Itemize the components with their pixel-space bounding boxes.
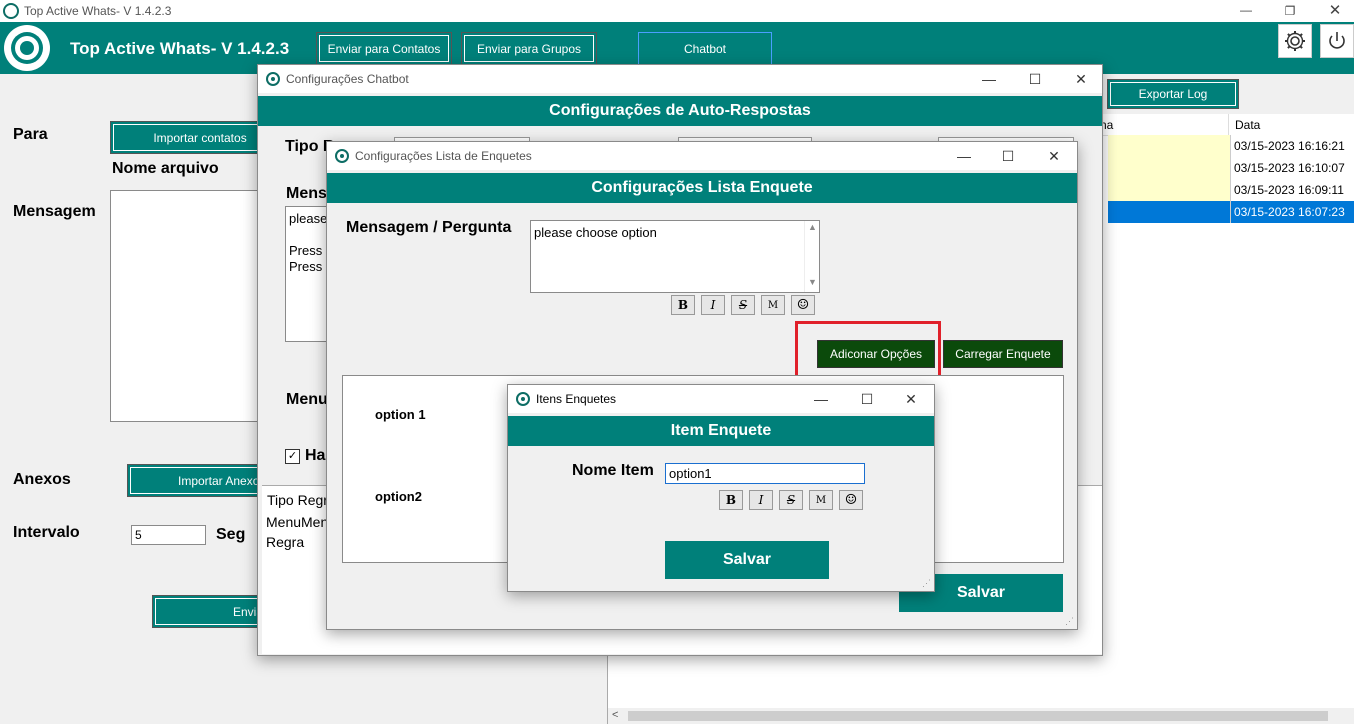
intervalo-input[interactable] [131, 525, 206, 545]
enquete-window-title: Configurações Lista de Enquetes [355, 149, 532, 163]
scroll-down-icon[interactable]: ▼ [808, 277, 817, 287]
strike-button[interactable]: S [731, 295, 755, 315]
minimize-icon[interactable]: — [1236, 0, 1256, 22]
chatbot-window-title: Configurações Chatbot [286, 72, 409, 86]
chatbot-window-titlebar: Configurações Chatbot — ☐ ✕ [258, 65, 1102, 93]
enquete-band: Configurações Lista Enquete [327, 173, 1077, 203]
para-label: Para [13, 126, 48, 143]
adicionar-opcoes-button[interactable]: Adiconar Opções [817, 340, 935, 368]
scroll-up-icon[interactable]: ▲ [808, 222, 817, 232]
enviar-grupos-button[interactable]: Enviar para Grupos [461, 32, 597, 65]
italic-button[interactable]: I [749, 490, 773, 510]
log-header: na Data [1100, 114, 1354, 136]
log-row[interactable]: 03/15-2023 16:16:21 [1108, 135, 1354, 157]
maximize-icon[interactable]: ☐ [1012, 65, 1058, 93]
item-band: Item Enquete [508, 416, 934, 446]
whatsapp-icon [516, 392, 530, 406]
app-window-title: Top Active Whats- V 1.4.2.3 [24, 4, 172, 18]
whatsapp-icon [266, 72, 280, 86]
menu-label: Menu [286, 391, 328, 408]
nome-item-label: Nome Item [572, 462, 654, 479]
restore-icon[interactable]: ❐ [1280, 0, 1300, 22]
mensagem-label: Mensagem [13, 203, 96, 220]
log-row-date: 03/15-2023 16:16:21 [1230, 135, 1354, 157]
monospace-button[interactable]: M [761, 295, 785, 315]
close-icon[interactable]: ✕ [888, 385, 934, 413]
anexos-label: Anexos [13, 471, 71, 488]
app-titlebar: Top Active Whats- V 1.4.2.3 — ❐ ✕ [0, 0, 1354, 22]
exportar-log-button[interactable]: Exportar Log [1107, 79, 1239, 109]
close-icon[interactable]: ✕ [1031, 142, 1077, 170]
minimize-icon[interactable]: — [966, 65, 1012, 93]
resize-grip-icon[interactable]: ⋰ [922, 578, 931, 589]
enviar-contatos-button[interactable]: Enviar para Contatos [316, 32, 452, 65]
close-icon[interactable]: ✕ [1325, 0, 1345, 22]
list-item[interactable]: Regra [266, 534, 304, 550]
strike-button[interactable]: S [779, 490, 803, 510]
item-enquete-window: Itens Enquetes — ☐ ✕ Item Enquete Nome I… [507, 384, 935, 592]
settings-gear-icon[interactable] [1278, 24, 1312, 58]
power-icon[interactable] [1320, 24, 1354, 58]
list-item[interactable]: Tipo Regr [267, 492, 328, 508]
item-window-title: Itens Enquetes [536, 392, 617, 406]
log-row-date: 03/15-2023 16:07:23 [1230, 201, 1354, 223]
pergunta-textarea[interactable]: please choose option ▲ ▼ [530, 220, 820, 293]
seg-label: Seg [216, 526, 246, 543]
close-icon[interactable]: ✕ [1058, 65, 1104, 93]
whatsapp-icon [335, 149, 349, 163]
maximize-icon[interactable]: ☐ [844, 385, 890, 413]
italic-button[interactable]: I [701, 295, 725, 315]
enquete-window-titlebar: Configurações Lista de Enquetes — ☐ ✕ [327, 142, 1077, 170]
log-row-date: 03/15-2023 16:10:07 [1230, 157, 1354, 179]
log-row-selected[interactable]: 03/15-2023 16:07:23 [1108, 201, 1354, 223]
habilitar-label: Ha [305, 447, 326, 464]
bold-button[interactable]: B [671, 295, 695, 315]
whatsapp-icon [3, 3, 19, 19]
bold-button[interactable]: B [719, 490, 743, 510]
item-window-titlebar: Itens Enquetes — ☐ ✕ [508, 385, 934, 413]
pergunta-text: please choose option [534, 225, 657, 240]
mensagem-textarea[interactable] [110, 190, 280, 422]
option-item[interactable]: option2 [375, 489, 422, 504]
nome-item-input[interactable] [665, 463, 865, 484]
horizontal-scrollbar[interactable]: < [608, 708, 1354, 724]
monospace-button[interactable]: M [809, 490, 833, 510]
app-header-title: Top Active Whats- V 1.4.2.3 [70, 39, 290, 58]
intervalo-label: Intervalo [13, 524, 80, 541]
emoji-button[interactable]: ☺ [839, 490, 863, 510]
log-col-data: Data [1235, 118, 1261, 132]
mensagem-pergunta-label: Mensagem / Pergunta [346, 219, 512, 236]
log-row[interactable]: 03/15-2023 16:10:07 [1108, 157, 1354, 179]
maximize-icon[interactable]: ☐ [985, 142, 1031, 170]
checkbox-icon[interactable]: ✓ [285, 449, 300, 464]
minimize-icon[interactable]: — [941, 142, 987, 170]
option-item[interactable]: option 1 [375, 407, 426, 422]
mensagem-label: Mens [286, 185, 327, 202]
list-item[interactable]: MenuMens [266, 514, 335, 530]
log-row[interactable]: 03/15-2023 16:09:11 [1108, 179, 1354, 201]
log-row-date: 03/15-2023 16:09:11 [1230, 179, 1354, 201]
minimize-icon[interactable]: — [798, 385, 844, 413]
resize-grip-icon[interactable]: ⋰ [1065, 616, 1074, 627]
nome-arquivo-label: Nome arquivo [112, 160, 219, 177]
emoji-button[interactable]: ☺ [791, 295, 815, 315]
chatbot-button[interactable]: Chatbot [638, 32, 772, 65]
whatsapp-logo-icon [4, 25, 50, 71]
scroll-left-icon[interactable]: < [612, 709, 618, 721]
salvar-item-button[interactable]: Salvar [665, 541, 829, 579]
chatbot-band: Configurações de Auto-Respostas [258, 96, 1102, 126]
textarea-scrollbar[interactable]: ▲ ▼ [804, 221, 819, 292]
carregar-enquete-button[interactable]: Carregar Enquete [943, 340, 1063, 368]
